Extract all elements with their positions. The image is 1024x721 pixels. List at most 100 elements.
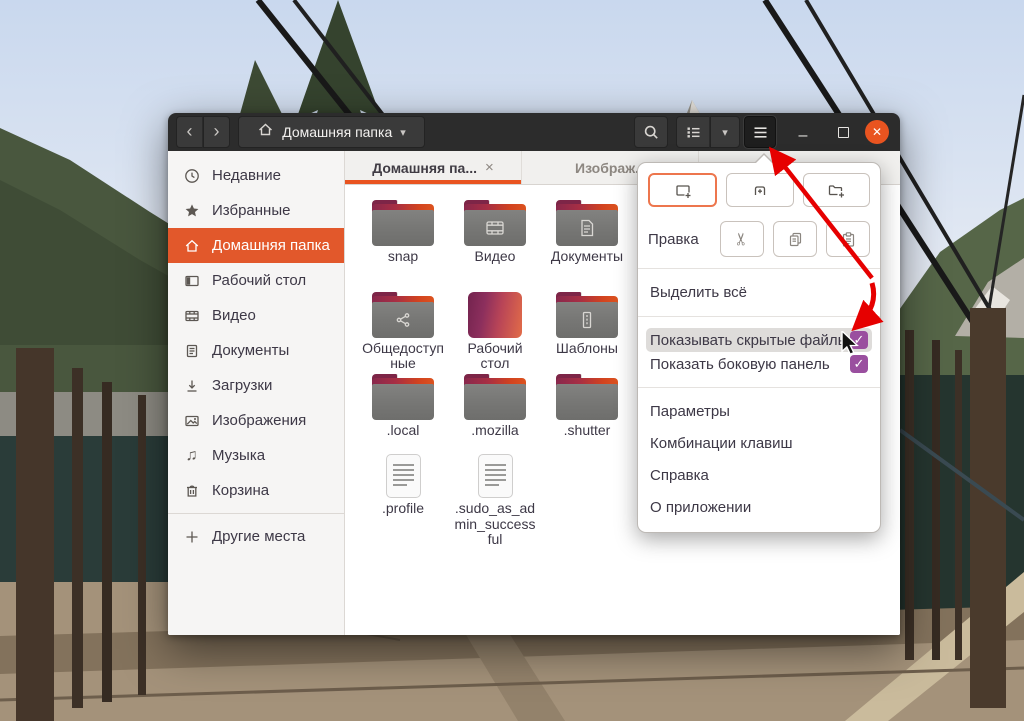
sidebar-item-label: Изображения (212, 412, 306, 429)
back-button[interactable]: ‹ (176, 116, 203, 148)
menu-item-label: Показать боковую панель (650, 356, 830, 373)
menu-item-help[interactable]: Справка (648, 463, 870, 488)
home-icon (257, 121, 274, 143)
file-name: Рабочий стол (454, 341, 536, 372)
sidebar-item-videos[interactable]: Видео (168, 298, 344, 333)
sidebar-item-label: Видео (212, 307, 256, 324)
new-tab-button[interactable] (726, 173, 793, 207)
menu-item-select-all[interactable]: Выделить всё (648, 280, 870, 305)
file-name: Шаблоны (556, 341, 618, 357)
sidebar-item-label: Домашняя папка (212, 237, 330, 254)
file-name: snap (388, 249, 418, 265)
copy-button[interactable] (773, 221, 817, 257)
folder-icon (556, 374, 618, 420)
folder-icon (372, 200, 434, 246)
tab-label: Домашняя па... (372, 160, 477, 176)
plus-icon (183, 528, 200, 545)
chevron-down-icon: ▾ (722, 126, 728, 139)
tab-close-icon[interactable]: × (485, 159, 494, 176)
file-name: .profile (382, 501, 424, 517)
file-name: .shutter (564, 423, 611, 439)
menu-separator (638, 268, 880, 269)
maximize-icon (838, 127, 849, 138)
new-folder-button[interactable] (803, 173, 870, 207)
folder-templates-icon (556, 292, 618, 338)
menu-item-show-sidebar[interactable]: Показать боковую панель ✓ (646, 352, 872, 376)
file-item[interactable]: .shutter (541, 372, 633, 450)
edit-label: Правка (648, 231, 720, 248)
file-item[interactable]: .local (357, 372, 449, 450)
file-name: .mozilla (471, 423, 518, 439)
checkbox-checked[interactable]: ✓ (850, 355, 868, 373)
view-toggle-button[interactable] (676, 116, 710, 148)
hamburger-menu-button[interactable] (744, 116, 776, 148)
file-item[interactable]: snap (357, 198, 449, 290)
sidebar-item-other-places[interactable]: Другие места (168, 519, 344, 554)
file-item[interactable]: .profile (357, 450, 449, 548)
sidebar-item-label: Музыка (212, 447, 265, 464)
headerbar: ‹ › Домашняя папка ▾ ▾ – (168, 113, 900, 151)
file-name: Общедоступные (362, 341, 444, 372)
new-window-icon (674, 182, 692, 199)
file-item[interactable]: .mozilla (449, 372, 541, 450)
forward-button[interactable]: › (203, 116, 230, 148)
path-button[interactable]: Домашняя папка ▾ (238, 116, 425, 148)
menu-item-preferences[interactable]: Параметры (648, 399, 870, 424)
file-item[interactable]: Шаблоны (541, 290, 633, 372)
sidebar-item-documents[interactable]: Документы (168, 333, 344, 368)
scissors-icon: ✂ (732, 232, 752, 246)
music-note-icon: ♫ (183, 447, 200, 464)
sidebar-item-recent[interactable]: Недавние (168, 158, 344, 193)
minimize-icon: – (799, 127, 808, 145)
sidebar-item-pictures[interactable]: Изображения (168, 403, 344, 438)
file-item[interactable]: Документы (541, 198, 633, 290)
close-button[interactable]: ✕ (862, 113, 892, 151)
trash-icon (183, 482, 200, 499)
new-window-button[interactable] (648, 173, 717, 207)
sidebar: Недавние Избранные Домашняя папка Рабочи… (168, 151, 345, 635)
folder-icon (464, 374, 526, 420)
sidebar-item-trash[interactable]: Корзина (168, 473, 344, 508)
sidebar-item-label: Корзина (212, 482, 269, 499)
home-icon (183, 237, 200, 254)
file-name: .sudo_as_admin_successful (454, 501, 536, 548)
folder-icon (372, 374, 434, 420)
sidebar-item-home[interactable]: Домашняя папка (168, 228, 344, 263)
sidebar-item-label: Загрузки (212, 377, 272, 394)
menu-item-keyboard-shortcuts[interactable]: Комбинации клавиш (648, 431, 870, 456)
text-file-icon (478, 454, 513, 498)
sidebar-item-label: Документы (212, 342, 289, 359)
sidebar-item-label: Рабочий стол (212, 272, 306, 289)
file-item[interactable]: .sudo_as_admin_successful (449, 450, 541, 548)
desktop: ‹ › Домашняя папка ▾ ▾ – (0, 0, 1024, 721)
chevron-down-icon: ▾ (400, 126, 406, 139)
checkbox-checked[interactable]: ✓ (850, 331, 868, 349)
copy-icon (787, 231, 804, 248)
paste-button[interactable] (826, 221, 870, 257)
menu-separator (638, 387, 880, 388)
document-icon (183, 342, 200, 359)
sidebar-item-desktop[interactable]: Рабочий стол (168, 263, 344, 298)
file-item[interactable]: Рабочий стол (449, 290, 541, 372)
tab-home[interactable]: Домашняя па... × (345, 151, 522, 184)
maximize-button[interactable] (828, 113, 858, 151)
menu-item-show-hidden-files[interactable]: Показывать скрытые файлы ✓ (646, 328, 872, 352)
close-icon: ✕ (865, 120, 889, 144)
cut-button[interactable]: ✂ (720, 221, 764, 257)
search-button[interactable] (634, 116, 668, 148)
minimize-button[interactable]: – (788, 113, 818, 151)
sidebar-item-music[interactable]: ♫ Музыка (168, 438, 344, 473)
view-options-button[interactable]: ▾ (710, 116, 740, 148)
file-item[interactable]: Видео (449, 198, 541, 290)
sidebar-item-starred[interactable]: Избранные (168, 193, 344, 228)
download-icon (183, 377, 200, 394)
folder-public-icon (372, 292, 434, 338)
desktop-icon (183, 272, 200, 289)
sidebar-separator (168, 513, 344, 514)
menu-item-about[interactable]: О приложении (648, 495, 870, 520)
file-item[interactable]: Общедоступные (357, 290, 449, 372)
sidebar-item-downloads[interactable]: Загрузки (168, 368, 344, 403)
new-tab-icon (751, 182, 769, 199)
file-name: .local (387, 423, 420, 439)
menu-item-label: Показывать скрытые файлы (650, 332, 848, 349)
